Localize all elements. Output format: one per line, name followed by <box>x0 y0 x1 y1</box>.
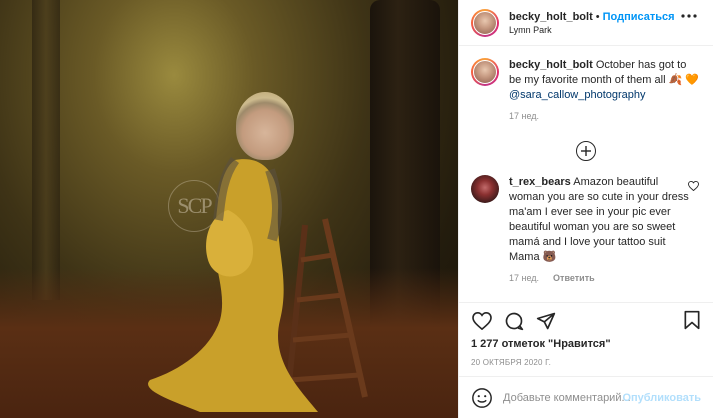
emoji-smile-icon[interactable] <box>471 387 493 409</box>
caption-username[interactable]: becky_holt_bolt <box>509 59 593 71</box>
separator-dot: • <box>595 10 600 23</box>
post-side-panel: becky_holt_bolt • Подписаться Lymn Park be… <box>458 0 713 418</box>
commenter-username[interactable]: t_rex_bears <box>509 176 571 188</box>
comment-bubble-icon[interactable] <box>503 310 525 332</box>
comment-like-heart-icon[interactable] <box>688 181 699 191</box>
photo-yellow-dress <box>148 157 318 412</box>
likes-count[interactable]: 1 277 отметок "Нравится" <box>459 338 713 354</box>
commenter-avatar[interactable] <box>471 175 499 203</box>
save-bookmark-icon[interactable] <box>683 310 701 330</box>
comment-item: t_rex_bears Amazon beautiful woman you a… <box>471 175 701 283</box>
caption-author-avatar[interactable] <box>471 58 499 86</box>
caption-text: becky_holt_bolt October has got to be my… <box>509 58 701 103</box>
post-photo[interactable]: SCP <box>0 0 458 418</box>
location-link[interactable]: Lymn Park <box>509 25 675 35</box>
publish-button[interactable]: Опубликовать <box>622 392 701 404</box>
load-more-comments[interactable] <box>471 141 701 161</box>
author-info: becky_holt_bolt • Подписаться Lymn Park <box>509 11 675 35</box>
comment-text: t_rex_bears Amazon beautiful woman you a… <box>509 175 689 265</box>
photographer-mention-link[interactable]: @sara_callow_photography <box>509 89 646 101</box>
post-header: becky_holt_bolt • Подписаться Lymn Park <box>459 0 713 46</box>
like-heart-icon[interactable] <box>471 310 493 332</box>
orange-heart-emoji: 🧡 <box>685 74 700 86</box>
photo-tree-trunk-left <box>32 0 60 300</box>
share-paper-plane-icon[interactable] <box>535 310 557 332</box>
author-avatar[interactable] <box>471 8 499 37</box>
post-actions-bar <box>459 302 713 338</box>
comment-meta: 17 нед. Ответить <box>509 273 689 283</box>
bear-emoji: 🐻 <box>542 251 557 263</box>
post-caption: becky_holt_bolt October has got to be my… <box>471 58 701 121</box>
post-date[interactable]: 20 ОКТЯБРЯ 2020 Г. <box>459 354 713 376</box>
instagram-post: SCP becky_holt_bolt • Подписаться Lymn Pa <box>0 0 713 418</box>
add-comment-bar: Добавьте комментарий... Опубликовать <box>459 376 713 418</box>
author-username[interactable]: becky_holt_bolt <box>509 11 593 23</box>
photo-model-head <box>236 92 294 160</box>
comment-body: Amazon beautiful woman you are so cute i… <box>509 176 689 263</box>
comment-timestamp[interactable]: 17 нед. <box>509 273 539 283</box>
follow-button[interactable]: Подписаться <box>603 11 675 23</box>
comments-section: becky_holt_bolt October has got to be my… <box>459 46 713 302</box>
leaf-emoji: 🍂 <box>668 74 683 86</box>
plus-circle-icon[interactable] <box>576 141 596 161</box>
more-options-icon[interactable] <box>681 14 697 18</box>
comment-input[interactable]: Добавьте комментарий... <box>503 392 631 404</box>
caption-timestamp[interactable]: 17 нед. <box>509 111 701 121</box>
reply-button[interactable]: Ответить <box>553 273 595 283</box>
